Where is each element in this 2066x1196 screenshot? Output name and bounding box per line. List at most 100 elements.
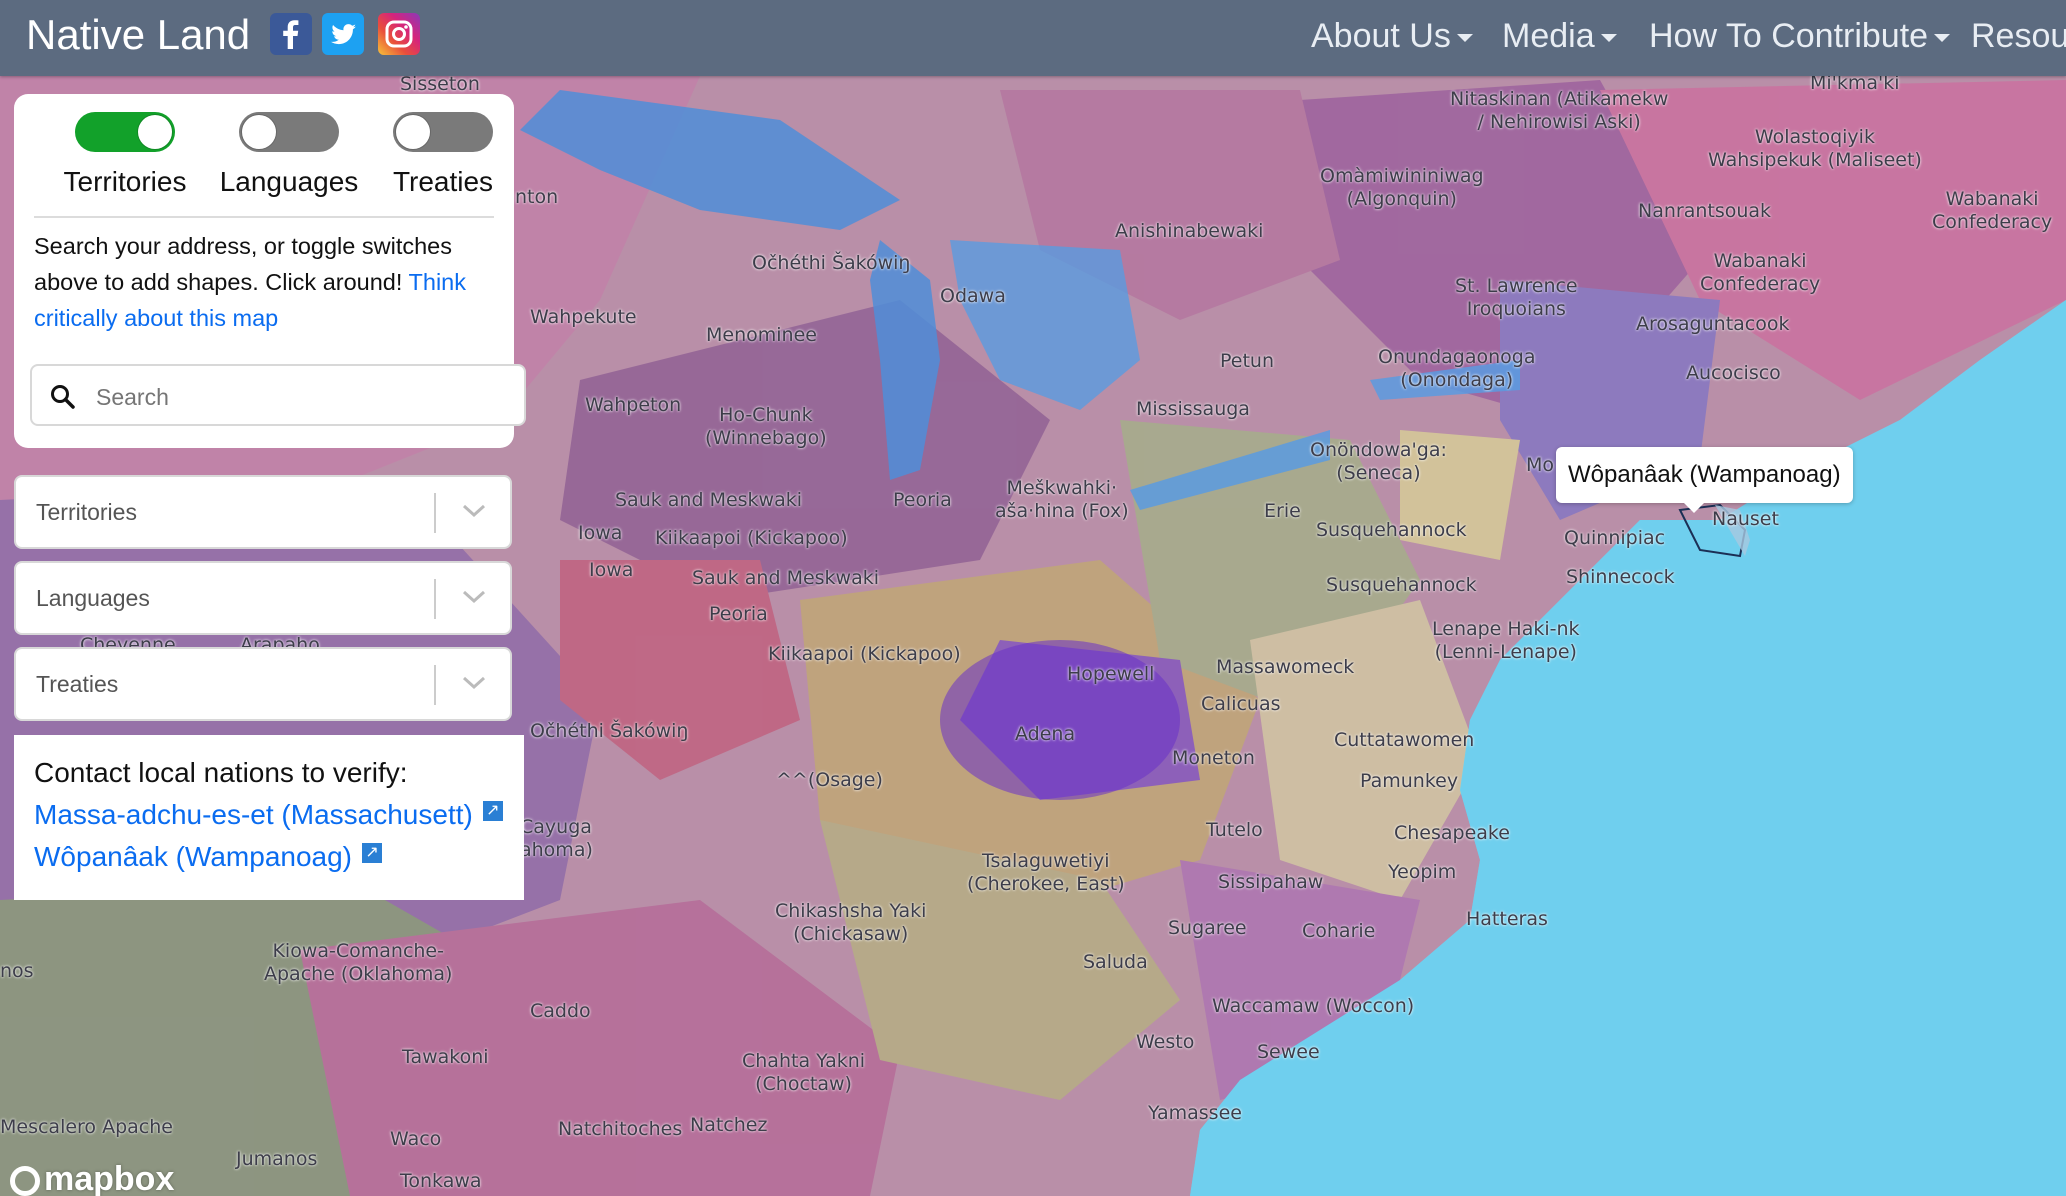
map-label: Ho-Chunk (Winnebago) bbox=[705, 404, 827, 449]
map-label: Adena bbox=[1015, 723, 1076, 745]
search-field[interactable] bbox=[30, 364, 526, 426]
map-label: Chahta Yakni (Choctaw) bbox=[742, 1050, 866, 1095]
map-label: Tonkawa bbox=[400, 1170, 482, 1192]
map-label: Očhéthi Šakówiŋ bbox=[752, 252, 911, 274]
map-label: Westo bbox=[1136, 1031, 1195, 1053]
map-label: Shinnecock bbox=[1566, 566, 1675, 588]
map-label: Saluda bbox=[1083, 951, 1148, 973]
map-label: Hatteras bbox=[1466, 908, 1548, 930]
map-label: Onundagaonoga (Onondaga) bbox=[1378, 346, 1536, 391]
languages-select[interactable]: Languages bbox=[14, 561, 512, 635]
map-label: Coharie bbox=[1302, 920, 1376, 942]
map-label: Arosaguntacook bbox=[1636, 313, 1790, 335]
map-label: Očhéthi Šakówiŋ bbox=[530, 720, 689, 742]
map-label: Chesapeake bbox=[1394, 822, 1510, 844]
chevron-down-icon bbox=[1456, 34, 1473, 43]
search-icon bbox=[51, 385, 75, 409]
map-label: Onöndowa'ga: (Seneca) bbox=[1310, 439, 1447, 484]
map-label: Odawa bbox=[940, 285, 1006, 307]
map-label: Wabanaki Confederacy bbox=[1932, 188, 2053, 233]
map-tooltip: Wôpanâak (Wampanoag) bbox=[1556, 447, 1853, 513]
map-label: Mi'kma'ki bbox=[1810, 76, 1900, 94]
map-label: Mississauga bbox=[1136, 398, 1250, 420]
map-label: Massawomeck bbox=[1216, 656, 1355, 678]
map-label: St. Lawrence Iroquoians bbox=[1455, 275, 1578, 320]
map-label: Iowa bbox=[578, 522, 623, 544]
external-link-icon[interactable]: ↗ bbox=[362, 843, 383, 863]
divider bbox=[34, 216, 494, 218]
select-placeholder: Territories bbox=[36, 499, 137, 525]
map-label: Meškwahki· aša·hina (Fox) bbox=[995, 477, 1129, 522]
instagram-icon[interactable] bbox=[378, 13, 420, 55]
map-label: Mo bbox=[1526, 454, 1555, 476]
intro-text: Search your address, or toggle switches … bbox=[34, 233, 466, 331]
map-label: Natchitoches bbox=[558, 1118, 683, 1140]
nav-how-to-contribute[interactable]: How To Contribute bbox=[1649, 14, 1951, 58]
contact-link-massachusett[interactable]: Massa-adchu-es-et (Massachusett) ↗ bbox=[34, 799, 503, 831]
map-label: Kiikaapoi (Kickapoo) bbox=[655, 527, 848, 549]
contact-link-wampanoag[interactable]: Wôpanâak (Wampanoag) ↗ bbox=[34, 841, 383, 873]
map-label: Aucocisco bbox=[1686, 362, 1781, 384]
map-label: Waccamaw (Woccon) bbox=[1212, 995, 1415, 1017]
chevron-down-icon bbox=[462, 504, 486, 518]
nav-resources[interactable]: Resou bbox=[1971, 14, 2066, 58]
map-label: Erie bbox=[1264, 500, 1301, 522]
map-label: nton bbox=[515, 186, 559, 208]
brand-title[interactable]: Native Land bbox=[26, 10, 250, 60]
map-label: ^^(Osage) bbox=[776, 769, 883, 791]
map-label: Chikashsha Yaki (Chickasaw) bbox=[775, 900, 927, 945]
chevron-down-icon bbox=[462, 676, 486, 690]
search-input[interactable] bbox=[94, 374, 518, 420]
map-label: Peoria bbox=[709, 603, 768, 625]
map-label: Caddo bbox=[530, 1000, 591, 1022]
chevron-down-icon bbox=[1600, 34, 1617, 43]
map-label: Sisseton bbox=[400, 76, 480, 95]
toggle-languages[interactable]: Languages bbox=[214, 112, 364, 198]
languages-switch[interactable] bbox=[239, 112, 339, 152]
nav-about-us[interactable]: About Us bbox=[1311, 14, 1473, 58]
map-label: Wahpekute bbox=[530, 306, 637, 328]
mapbox-logo[interactable]: mapbox bbox=[10, 1160, 174, 1196]
mapbox-icon bbox=[10, 1166, 40, 1196]
map-label: Sewee bbox=[1257, 1041, 1320, 1063]
map-label: Pamunkey bbox=[1360, 770, 1459, 792]
map-label: Susquehannock bbox=[1326, 574, 1477, 596]
toggle-territories[interactable]: Territories bbox=[50, 112, 200, 198]
map-label: Mescalero Apache bbox=[0, 1116, 173, 1138]
external-link-icon[interactable]: ↗ bbox=[482, 801, 503, 821]
select-placeholder: Treaties bbox=[36, 671, 119, 697]
territories-select[interactable]: Territories bbox=[14, 475, 512, 549]
map-label: Cayuga ahoma) bbox=[520, 816, 593, 861]
select-placeholder: Languages bbox=[36, 585, 150, 611]
map-label: nos bbox=[0, 960, 34, 982]
map-label: Kiowa-Comanche- Apache (Oklahoma) bbox=[264, 940, 453, 985]
chevron-down-icon bbox=[1934, 34, 1951, 43]
map-label: Hopewell bbox=[1067, 663, 1155, 685]
map-label: Yeopim bbox=[1388, 861, 1457, 883]
map-label: Wabanaki Confederacy bbox=[1700, 250, 1821, 295]
toggle-treaties[interactable]: Treaties bbox=[368, 112, 518, 198]
chevron-down-icon bbox=[462, 590, 486, 604]
map-label: Tawakoni bbox=[402, 1046, 489, 1068]
toggle-label: Languages bbox=[219, 166, 359, 197]
map-label: Cuttatawomen bbox=[1334, 729, 1475, 751]
map-label: Nauset bbox=[1712, 508, 1779, 530]
map-label: Wolastoqiyik Wahsipekuk (Maliseet) bbox=[1708, 126, 1922, 171]
treaties-switch[interactable] bbox=[393, 112, 493, 152]
treaties-select[interactable]: Treaties bbox=[14, 647, 512, 721]
map-label: Tutelo bbox=[1206, 819, 1263, 841]
map-label: Tsalaguwetiyi (Cherokee, East) bbox=[967, 850, 1125, 895]
map-label: Lenape Haki-nk (Lenni-Lenape) bbox=[1432, 618, 1580, 663]
twitter-icon[interactable] bbox=[322, 13, 364, 55]
map-label: Moneton bbox=[1172, 747, 1255, 769]
nav-media[interactable]: Media bbox=[1502, 14, 1617, 58]
facebook-icon[interactable] bbox=[270, 13, 312, 55]
map-label: Nanrantsouak bbox=[1638, 200, 1772, 222]
map-label: Sauk and Meskwaki bbox=[615, 489, 803, 511]
map-label: Jumanos bbox=[236, 1148, 318, 1170]
navbar: Native Land About Us Media How To Contri… bbox=[0, 0, 2066, 76]
map-label: Kiikaapoi (Kickapoo) bbox=[768, 643, 961, 665]
map-label: Anishinabewaki bbox=[1115, 220, 1264, 242]
territories-switch[interactable] bbox=[75, 112, 175, 152]
map-label: Iowa bbox=[589, 559, 634, 581]
